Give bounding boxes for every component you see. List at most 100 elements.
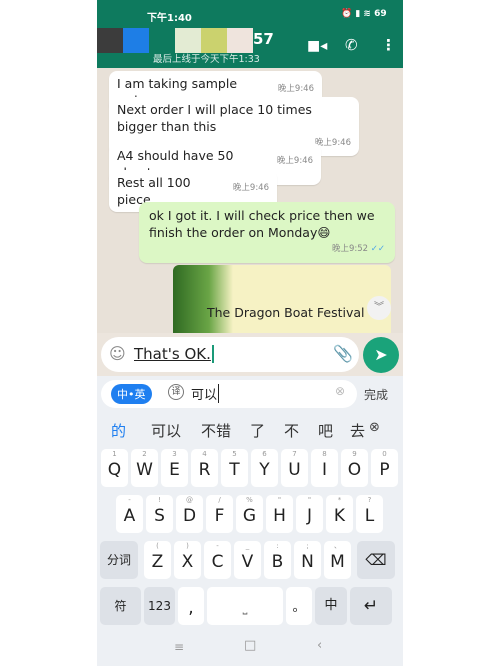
key-b[interactable]: :B bbox=[264, 541, 291, 579]
censor-block bbox=[97, 28, 123, 53]
video-call-icon[interactable]: ■◂ bbox=[307, 38, 327, 54]
nav-menu-icon[interactable]: ≡ bbox=[174, 640, 184, 654]
key-s[interactable]: ! S bbox=[146, 495, 173, 533]
message-list[interactable]: 晚上9:46I am taking sample order Next orde… bbox=[97, 68, 403, 333]
close-candidates-icon[interactable]: ⊗ bbox=[369, 420, 380, 435]
key-label: K bbox=[333, 506, 346, 526]
numbers-key[interactable]: 123 bbox=[144, 587, 175, 625]
key-hint: * bbox=[337, 496, 342, 504]
chat-header: 下午1:40 ⏰ ▮ ≋ 69 57 最后上线于今天下午1:33 ■◂ ✆ ⋮ bbox=[97, 0, 403, 68]
key-g[interactable]: % G bbox=[236, 495, 263, 533]
key-l[interactable]: ? L bbox=[356, 495, 383, 533]
image-caption: The Dragon Boat Festival bbox=[207, 305, 365, 320]
comma-key[interactable]: , bbox=[178, 587, 204, 625]
period-key[interactable]: 。 bbox=[286, 587, 312, 625]
key-u[interactable]: 7U bbox=[281, 449, 308, 487]
key-row-1: 1Q2W3E4R5T6Y7U8I9O0P bbox=[101, 449, 398, 487]
key-j[interactable]: " J bbox=[296, 495, 323, 533]
key-o[interactable]: 9O bbox=[341, 449, 368, 487]
key-t[interactable]: 5T bbox=[221, 449, 248, 487]
language-key[interactable]: 中 bbox=[315, 587, 347, 625]
key-i[interactable]: 8I bbox=[311, 449, 338, 487]
key-e[interactable]: 3E bbox=[161, 449, 188, 487]
key-row-4: 符 123 , ⎵ 。 中 ↵ bbox=[100, 587, 392, 625]
key-label: D bbox=[182, 506, 197, 526]
key-hint: _ bbox=[245, 542, 250, 550]
key-hint: / bbox=[218, 496, 221, 504]
key-f[interactable]: / F bbox=[206, 495, 233, 533]
key-hint: ; bbox=[306, 542, 309, 550]
contact-name[interactable]: 57 bbox=[253, 30, 274, 48]
key-p[interactable]: 0P bbox=[371, 449, 398, 487]
key-label: L bbox=[364, 506, 375, 526]
read-receipt-icon: ✓✓ bbox=[370, 244, 385, 254]
language-toggle[interactable]: 中•英 bbox=[111, 384, 152, 404]
send-button[interactable]: ➤ bbox=[363, 337, 399, 373]
more-menu-icon[interactable]: ⋮ bbox=[381, 36, 396, 54]
enter-key[interactable]: ↵ bbox=[350, 587, 392, 625]
key-v[interactable]: _ V bbox=[234, 541, 261, 579]
candidate[interactable]: 了 bbox=[250, 420, 265, 441]
candidate[interactable]: 去 bbox=[350, 420, 365, 441]
backspace-key[interactable]: ⌫ bbox=[357, 541, 395, 579]
symbols-key[interactable]: 符 bbox=[100, 587, 141, 625]
key-label: E bbox=[169, 460, 180, 480]
key-hint: : bbox=[276, 542, 279, 550]
key-label: J bbox=[306, 506, 312, 526]
key-hint: 、 bbox=[334, 542, 341, 550]
key-y[interactable]: 6Y bbox=[251, 449, 278, 487]
translate-icon[interactable]: 译 bbox=[168, 384, 184, 400]
emoji-icon[interactable]: ☺ bbox=[109, 344, 126, 363]
key-r[interactable]: 4R bbox=[191, 449, 218, 487]
message-input[interactable]: That's OK. bbox=[134, 345, 214, 363]
key-c[interactable]: -C bbox=[204, 541, 231, 579]
key-hint: ? bbox=[367, 496, 372, 504]
key-label: I bbox=[321, 460, 327, 480]
key-label: V bbox=[241, 552, 254, 572]
phone-screen: 下午1:40 ⏰ ▮ ≋ 69 57 最后上线于今天下午1:33 ■◂ ✆ ⋮ … bbox=[97, 0, 403, 666]
key-hint: 9 bbox=[352, 450, 357, 458]
done-button[interactable]: 完成 bbox=[364, 386, 388, 403]
space-key[interactable]: ⎵ bbox=[207, 587, 283, 625]
message-composer[interactable]: ☺ That's OK. 📎 bbox=[101, 337, 359, 372]
key-z[interactable]: (Z bbox=[144, 541, 171, 579]
key-hint: " bbox=[307, 496, 312, 504]
segment-key[interactable]: 分词 bbox=[100, 541, 138, 579]
phone-call-icon[interactable]: ✆ bbox=[345, 36, 358, 54]
attach-icon[interactable]: 📎 bbox=[333, 344, 353, 363]
keyboard: 中•英 译 可以 ⊗ 完成 的 可以 不错 了 不 吧 去 ⊗ 1Q2W3E4R… bbox=[97, 376, 403, 666]
key-d[interactable]: @ D bbox=[176, 495, 203, 533]
key-w[interactable]: 2W bbox=[131, 449, 158, 487]
image-message[interactable]: The Dragon Boat Festival bbox=[173, 265, 391, 333]
key-q[interactable]: 1Q bbox=[101, 449, 128, 487]
nav-back-icon[interactable]: ‹ bbox=[317, 638, 322, 653]
key-k[interactable]: * K bbox=[326, 495, 353, 533]
key-x[interactable]: ) X bbox=[174, 541, 201, 579]
key-label: X bbox=[181, 552, 194, 572]
status-time: 下午1:40 bbox=[147, 13, 192, 24]
key-label: Z bbox=[151, 552, 164, 572]
message-outgoing[interactable]: ok I got it. I will check price then we … bbox=[139, 202, 395, 263]
key-label: W bbox=[136, 460, 153, 480]
key-label: O bbox=[347, 460, 362, 480]
key-hint: " bbox=[277, 496, 282, 504]
bamboo-illustration bbox=[173, 265, 233, 333]
key-label: B bbox=[271, 552, 284, 572]
key-a[interactable]: -A bbox=[116, 495, 143, 533]
scroll-down-button[interactable]: ︾ bbox=[367, 296, 391, 320]
nav-home-icon[interactable]: □ bbox=[244, 638, 256, 653]
key-label: T bbox=[229, 460, 240, 480]
key-label: H bbox=[273, 506, 286, 526]
candidate[interactable]: 吧 bbox=[318, 420, 333, 441]
key-n[interactable]: ; N bbox=[294, 541, 321, 579]
clear-icon[interactable]: ⊗ bbox=[335, 384, 345, 398]
candidate[interactable]: 不 bbox=[284, 420, 299, 441]
key-m[interactable]: 、 M bbox=[324, 541, 351, 579]
key-h[interactable]: " H bbox=[266, 495, 293, 533]
key-hint: 2 bbox=[142, 450, 147, 458]
censor-block bbox=[201, 28, 227, 53]
candidate[interactable]: 可以 bbox=[151, 420, 181, 441]
candidate[interactable]: 不错 bbox=[201, 420, 231, 441]
key-label: M bbox=[330, 552, 345, 572]
candidate[interactable]: 的 bbox=[111, 420, 126, 441]
